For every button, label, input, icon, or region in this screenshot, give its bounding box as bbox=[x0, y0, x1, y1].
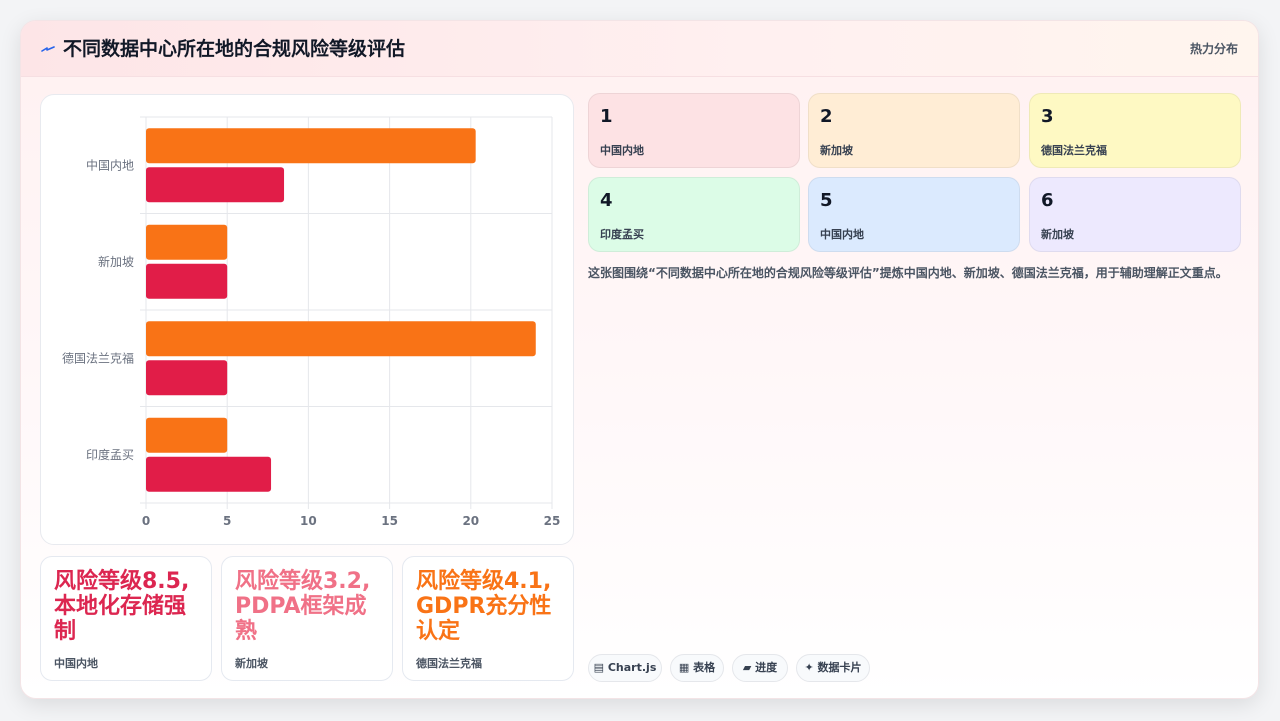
tile-label: 中国内地 bbox=[820, 228, 864, 241]
main-card: 不同数据中心所在地的合规风险等级评估 热力分布 0 5 10 15 20 25 中国内地 新加… bbox=[20, 20, 1259, 699]
y-category-label: 德国法兰克福 bbox=[62, 350, 134, 365]
bar bbox=[146, 321, 536, 357]
bolt-icon bbox=[41, 37, 57, 61]
bar bbox=[146, 167, 285, 203]
tile-label: 新加坡 bbox=[1041, 228, 1074, 241]
tile-number: 2 bbox=[820, 106, 833, 127]
y-category-label: 印度孟买 bbox=[86, 447, 134, 462]
y-category-label: 中国内地 bbox=[86, 157, 134, 172]
stat-card-china: 风险等级8.5, 本地化存储强制 中国内地 bbox=[40, 556, 212, 681]
tile-number: 6 bbox=[1041, 190, 1054, 211]
tile-label: 印度孟买 bbox=[600, 228, 644, 241]
tile-4[interactable]: 4 印度孟买 bbox=[588, 177, 800, 252]
stat-value: 风险等级4.1, GDPR充分性认定 bbox=[416, 569, 552, 644]
stat-value: 风险等级3.2, PDPA框架成熟 bbox=[235, 569, 371, 644]
card-header: 不同数据中心所在地的合规风险等级评估 热力分布 bbox=[21, 21, 1258, 77]
bar bbox=[146, 224, 228, 260]
sparkle-icon: ✦ bbox=[804, 661, 814, 674]
bar bbox=[146, 360, 228, 396]
tile-6[interactable]: 6 新加坡 bbox=[1029, 177, 1241, 252]
x-tick-label: 25 bbox=[544, 514, 561, 528]
tile-label: 德国法兰克福 bbox=[1041, 144, 1107, 157]
tile-number: 1 bbox=[600, 106, 613, 127]
chip-data-cards[interactable]: ✦ 数据卡片 bbox=[796, 654, 870, 682]
tile-3[interactable]: 3 德国法兰克福 bbox=[1029, 93, 1241, 168]
y-category-label: 新加坡 bbox=[98, 254, 134, 269]
tile-number: 4 bbox=[600, 190, 613, 211]
tile-label: 新加坡 bbox=[820, 144, 853, 157]
table-icon: ▦ bbox=[678, 661, 690, 674]
chip-label: Chart.js bbox=[607, 661, 657, 674]
x-tick-label: 0 bbox=[142, 514, 150, 528]
tile-1[interactable]: 1 中国内地 bbox=[588, 93, 800, 168]
stat-value: 风险等级8.5, 本地化存储强制 bbox=[54, 569, 190, 644]
stat-card-frankfurt: 风险等级4.1, GDPR充分性认定 德国法兰克福 bbox=[402, 556, 574, 681]
chart-svg: 0 5 10 15 20 25 中国内地新加坡德国法兰克福印度孟买 bbox=[62, 116, 561, 528]
tile-number: 3 bbox=[1041, 106, 1054, 127]
x-tick-label: 15 bbox=[381, 514, 398, 528]
chip-label: 数据卡片 bbox=[817, 661, 862, 674]
tile-number: 5 bbox=[820, 190, 833, 211]
chart-icon: ▤ bbox=[593, 661, 605, 674]
tile-5[interactable]: 5 中国内地 bbox=[808, 177, 1020, 252]
chart-description: 这张图围绕“不同数据中心所在地的合规风险等级评估”提炼中国内地、新加坡、德国法兰… bbox=[588, 266, 1228, 280]
chip-progress[interactable]: ▰ 进度 bbox=[732, 654, 788, 682]
chip-chartjs[interactable]: ▤ Chart.js bbox=[588, 654, 662, 682]
heatmap-tag[interactable]: 热力分布 bbox=[1190, 39, 1238, 59]
stat-caption: 新加坡 bbox=[235, 657, 268, 670]
bar bbox=[146, 456, 272, 492]
tile-2[interactable]: 2 新加坡 bbox=[808, 93, 1020, 168]
page-title: 不同数据中心所在地的合规风险等级评估 bbox=[63, 38, 406, 60]
stat-card-singapore: 风险等级3.2, PDPA框架成熟 新加坡 bbox=[221, 556, 393, 681]
bar-chart: 0 5 10 15 20 25 中国内地新加坡德国法兰克福印度孟买 bbox=[40, 94, 574, 545]
chip-table[interactable]: ▦ 表格 bbox=[670, 654, 724, 682]
chip-label: 表格 bbox=[693, 661, 716, 674]
stat-caption: 德国法兰克福 bbox=[416, 657, 482, 670]
x-tick-label: 20 bbox=[462, 514, 479, 528]
bar bbox=[146, 128, 476, 164]
x-tick-label: 10 bbox=[300, 514, 317, 528]
chip-label: 进度 bbox=[755, 661, 778, 674]
bar bbox=[146, 263, 228, 299]
tile-label: 中国内地 bbox=[600, 144, 644, 157]
x-tick-label: 5 bbox=[223, 514, 231, 528]
stat-caption: 中国内地 bbox=[54, 657, 98, 670]
bar bbox=[146, 417, 228, 453]
progress-icon: ▰ bbox=[742, 661, 752, 674]
